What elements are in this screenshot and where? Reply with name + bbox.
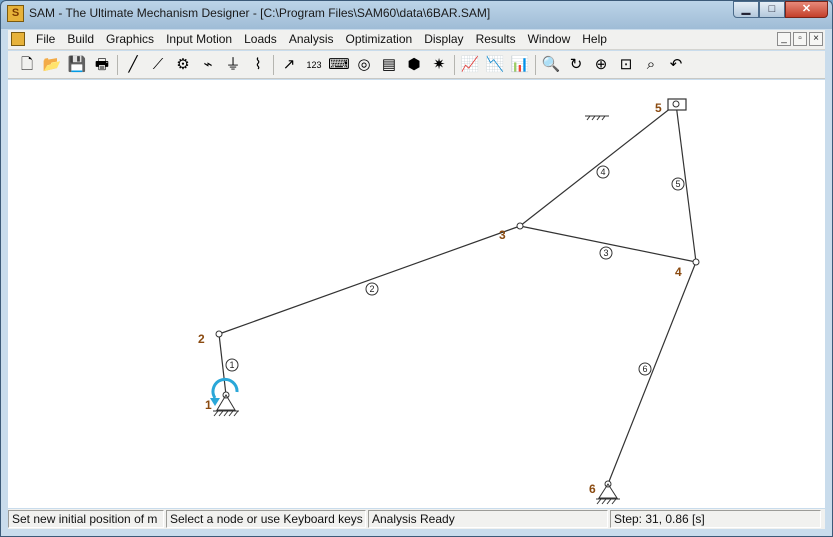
- document-icon[interactable]: [11, 32, 25, 46]
- mechanism-canvas[interactable]: 1 2 3 4 5 6 1 2 3 4 5 6: [8, 80, 825, 508]
- link-label-2: 2: [369, 284, 374, 294]
- toolbar: 🗋 📂 💾 🖶 ╱ ⟋ ⚙ ⌁ ⏚ ⌇ ↗ 123 ⌨ ◎ ▤ ⬢ ✷ 📈 📉 📊 🔍 ↻ ⊕ ⊡ ⌕ ↶: [8, 51, 825, 79]
- title-bar[interactable]: S SAM - The Ultimate Mechanism Designer …: [1, 1, 832, 27]
- zoom-window-icon[interactable]: ⊡: [615, 54, 637, 76]
- analysis-icon[interactable]: ✷: [428, 54, 450, 76]
- window-title: SAM - The Ultimate Mechanism Designer - …: [29, 6, 491, 20]
- spring-icon[interactable]: ⌇: [247, 54, 269, 76]
- node-4[interactable]: [692, 258, 700, 266]
- document-controls: _ ▫ ×: [777, 32, 823, 46]
- doc-restore-button[interactable]: ▫: [793, 32, 807, 46]
- menu-results[interactable]: Results: [470, 32, 522, 46]
- motion-icon[interactable]: ↗: [278, 54, 300, 76]
- mechanism-drawing[interactable]: 1 2 3 4 5 6: [8, 80, 825, 508]
- force-icon[interactable]: ⬢: [403, 54, 425, 76]
- toolbar-separator: [273, 54, 274, 75]
- chart-table-icon[interactable]: ▤: [378, 54, 400, 76]
- menu-bar: File Build Graphics Input Motion Loads Analys…: [8, 30, 825, 50]
- node-5[interactable]: [672, 100, 680, 108]
- maximize-button[interactable]: □: [759, 1, 785, 18]
- node-label-5: 5: [655, 101, 662, 115]
- new-icon[interactable]: 🗋: [16, 54, 38, 76]
- menu-window[interactable]: Window: [522, 32, 577, 46]
- link-6[interactable]: [607, 261, 697, 485]
- link-label-3: 3: [603, 248, 608, 258]
- doc-minimize-button[interactable]: _: [777, 32, 791, 46]
- menu-loads[interactable]: Loads: [238, 32, 283, 46]
- zoom-in-icon[interactable]: ⊕: [590, 54, 612, 76]
- caption-buttons: ▁ □ ✕: [733, 1, 828, 19]
- close-button[interactable]: ✕: [785, 1, 828, 18]
- toolbar-separator: [454, 54, 455, 75]
- link-label-5: 5: [675, 179, 680, 189]
- link-label-6: 6: [642, 364, 647, 374]
- zoom-out-icon[interactable]: 🔍: [540, 54, 562, 76]
- menu-display[interactable]: Display: [418, 32, 469, 46]
- node-3[interactable]: [516, 222, 524, 230]
- ground-symbol-top: [585, 115, 609, 121]
- graph-2-icon[interactable]: 📉: [484, 54, 506, 76]
- gear-icon[interactable]: ⚙: [172, 54, 194, 76]
- status-hint: Set new initial position of m: [8, 510, 164, 528]
- status-state: Analysis Ready: [368, 510, 608, 528]
- zoom-fit-icon[interactable]: ⌕: [640, 54, 662, 76]
- node-label-4: 4: [675, 265, 682, 279]
- open-icon[interactable]: 📂: [41, 54, 63, 76]
- undo-icon[interactable]: ↶: [665, 54, 687, 76]
- trace-icon[interactable]: ◎: [353, 54, 375, 76]
- menu-file[interactable]: File: [30, 32, 61, 46]
- numbering-icon[interactable]: 123: [303, 54, 325, 76]
- toolbar-separator: [117, 54, 118, 75]
- node-2[interactable]: [215, 330, 223, 338]
- app-window: S SAM - The Ultimate Mechanism Designer …: [0, 0, 833, 537]
- save-icon[interactable]: 💾: [66, 54, 88, 76]
- link-icon[interactable]: ╱: [122, 54, 144, 76]
- graph-1-icon[interactable]: 📈: [459, 54, 481, 76]
- node-label-1: 1: [205, 398, 212, 412]
- menu-analysis[interactable]: Analysis: [283, 32, 340, 46]
- keyboard-icon[interactable]: ⌨: [328, 54, 350, 76]
- node-label-2: 2: [198, 332, 205, 346]
- link-2[interactable]: [218, 225, 521, 335]
- toolbar-separator: [535, 54, 536, 75]
- status-bar: Set new initial position of m Select a n…: [8, 509, 825, 529]
- graph-3-icon[interactable]: 📊: [509, 54, 531, 76]
- menu-build[interactable]: Build: [61, 32, 100, 46]
- node-label-3: 3: [499, 228, 506, 242]
- menu-help[interactable]: Help: [576, 32, 613, 46]
- menu-input-motion[interactable]: Input Motion: [160, 32, 238, 46]
- belt-icon[interactable]: ⌁: [197, 54, 219, 76]
- node-label-6: 6: [589, 482, 596, 496]
- menu-optimization[interactable]: Optimization: [340, 32, 419, 46]
- link-label-1: 1: [229, 360, 234, 370]
- doc-close-button[interactable]: ×: [809, 32, 823, 46]
- link-label-4: 4: [600, 167, 605, 177]
- menu-items: File Build Graphics Input Motion Loads Analys…: [30, 32, 613, 46]
- sam-app-icon[interactable]: S: [7, 5, 24, 22]
- status-step: Step: 31, 0.86 [s]: [610, 510, 821, 528]
- minimize-button[interactable]: ▁: [733, 1, 759, 18]
- link-1[interactable]: [218, 333, 227, 396]
- status-instruction: Select a node or use Keyboard keys: [166, 510, 366, 528]
- slider-icon[interactable]: ⟋: [147, 54, 169, 76]
- rotate-icon[interactable]: ↻: [565, 54, 587, 76]
- ground-icon[interactable]: ⏚: [222, 54, 244, 76]
- print-icon[interactable]: 🖶: [91, 54, 113, 76]
- menu-graphics[interactable]: Graphics: [100, 32, 160, 46]
- link-4[interactable]: [519, 103, 677, 227]
